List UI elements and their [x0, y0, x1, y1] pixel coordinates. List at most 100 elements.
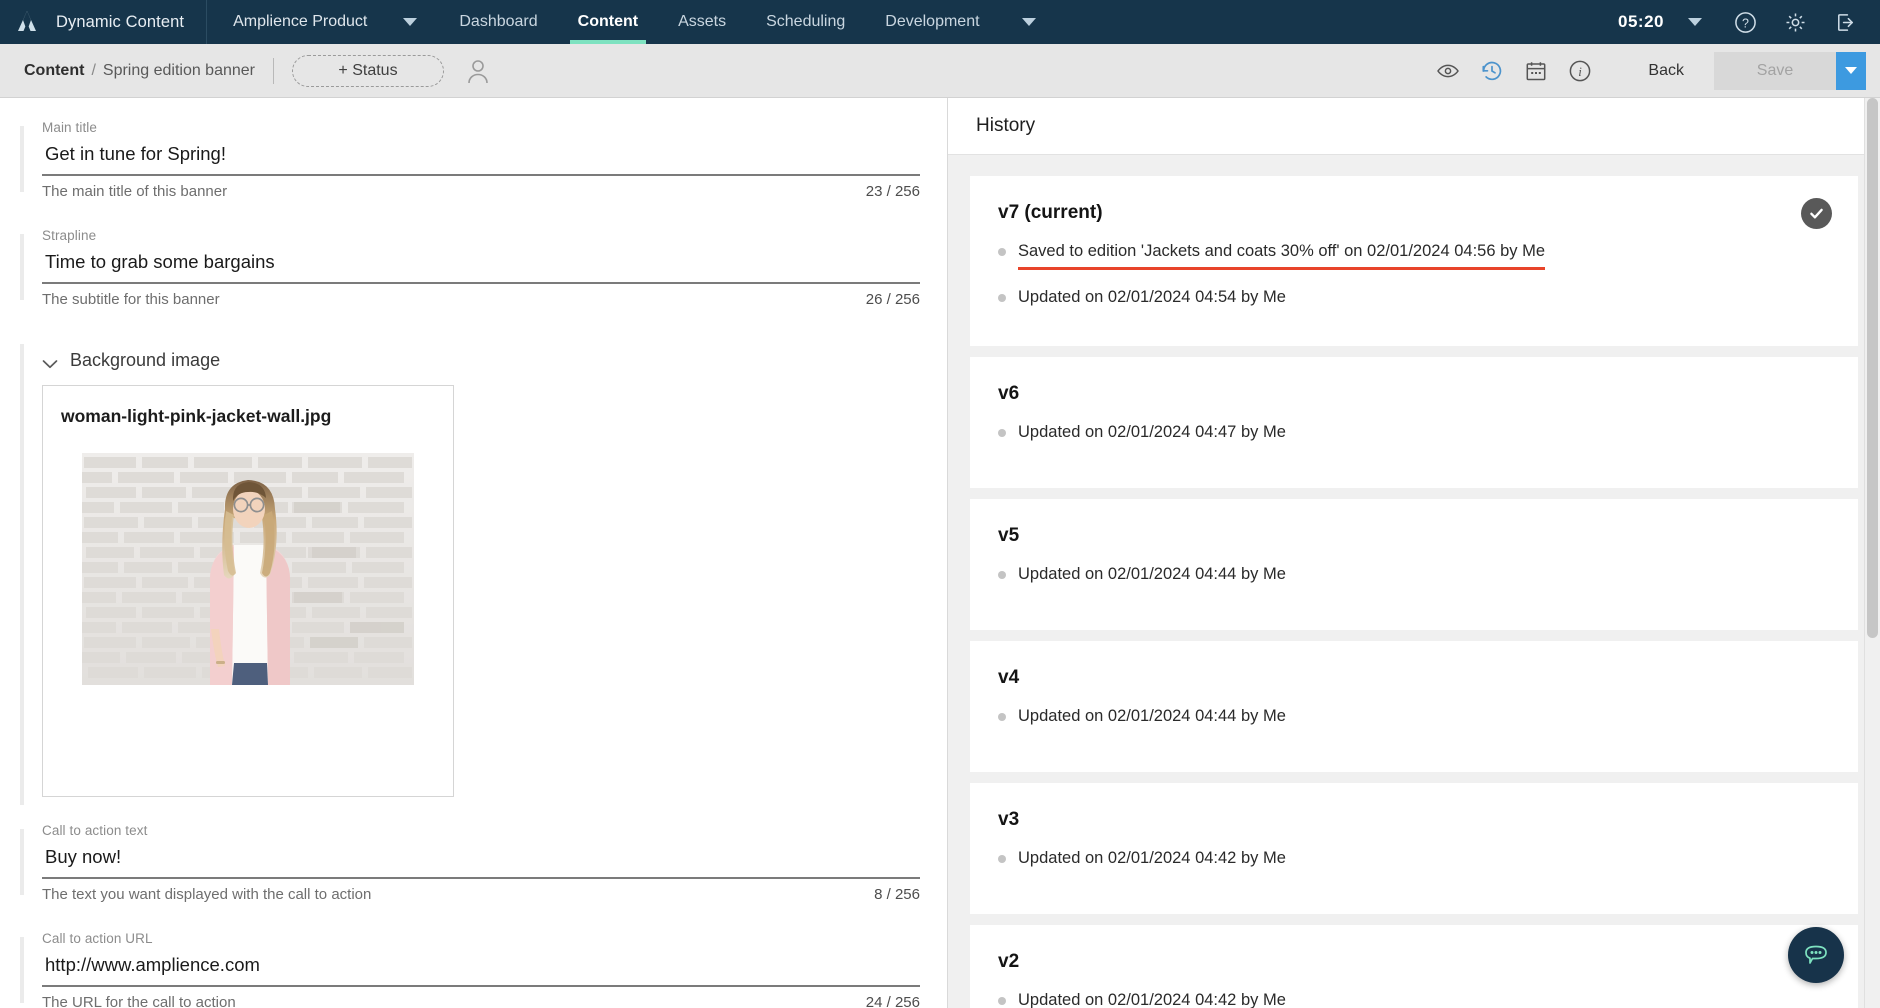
history-panel-header: History [948, 98, 1880, 155]
nav-product-selector[interactable]: Amplience Product [207, 0, 381, 44]
top-navigation-bar: Dynamic Content Amplience Product Dashbo… [0, 0, 1880, 44]
save-button: Save [1714, 51, 1836, 90]
field-count-main-title: 23 / 256 [865, 183, 920, 200]
entry-bullet-icon [998, 996, 1006, 1005]
calendar-icon [1526, 61, 1546, 80]
entry-bullet-icon [998, 854, 1006, 863]
input-cta-text[interactable]: Buy now! [42, 846, 920, 879]
info-button[interactable]: i [1558, 49, 1602, 93]
field-cta-url: Call to action URL http://www.amplience.… [0, 931, 947, 1008]
breadcrumb-root[interactable]: Content [24, 62, 84, 80]
svg-text:?: ? [1742, 16, 1749, 30]
entry-text-v3-updated: Updated on 02/01/2024 04:42 by Me [1018, 848, 1286, 867]
clock-dropdown-button[interactable] [1670, 0, 1720, 44]
background-image-thumbnail [82, 453, 414, 685]
entry-bullet-icon [998, 293, 1006, 302]
nav-label-scheduling: Scheduling [766, 13, 846, 30]
field-help-cta-text: The text you want displayed with the cal… [42, 886, 372, 903]
background-image-card[interactable]: woman-light-pink-jacket-wall.jpg [42, 385, 454, 797]
add-status-button[interactable]: + Status [292, 54, 444, 87]
history-button[interactable] [1470, 49, 1514, 93]
nav-label-development: Development [885, 13, 980, 30]
field-label-cta-url: Call to action URL [42, 931, 153, 946]
history-scrollbar-track[interactable] [1864, 98, 1880, 1008]
brand-block[interactable]: Dynamic Content [0, 0, 208, 44]
preview-button[interactable] [1426, 49, 1470, 93]
history-version-card-v5[interactable]: v5 Updated on 02/01/2024 04:44 by Me [970, 498, 1858, 630]
chat-support-button[interactable] [1788, 927, 1844, 983]
svg-text:i: i [1579, 64, 1583, 79]
version-entry: Saved to edition 'Jackets and coats 30% … [998, 240, 1830, 270]
topnav-right-cluster: 05:20 ? [1618, 0, 1880, 44]
settings-button[interactable] [1770, 0, 1820, 44]
nav-item-dashboard[interactable]: Dashboard [439, 0, 557, 44]
history-panel: History v7 (current) Saved to edition 'J… [948, 98, 1880, 1008]
field-strapline: Strapline Time to grab some bargains The… [0, 228, 947, 308]
input-strapline[interactable]: Time to grab some bargains [42, 251, 920, 284]
version-entry: Updated on 02/01/2024 04:42 by Me [998, 847, 1830, 871]
field-label-strapline: Strapline [42, 228, 97, 243]
history-scrollbar-thumb[interactable] [1867, 98, 1878, 638]
version-label-v3: v3 [998, 808, 1020, 830]
topnav-spacer [1058, 0, 1618, 44]
history-version-card-v6[interactable]: v6 Updated on 02/01/2024 04:47 by Me [970, 356, 1858, 488]
nav-item-assets[interactable]: Assets [658, 0, 746, 44]
toolbar-divider [273, 57, 274, 84]
help-icon: ? [1734, 11, 1756, 33]
nav-item-scheduling[interactable]: Scheduling [746, 0, 865, 44]
section-header-background-image[interactable]: Background image [0, 336, 947, 385]
field-spacer [0, 905, 947, 931]
field-label-main-title: Main title [42, 120, 98, 135]
chevron-down-icon [403, 18, 418, 26]
entry-text-v5-updated: Updated on 02/01/2024 04:44 by Me [1018, 564, 1286, 583]
history-version-card-v3[interactable]: v3 Updated on 02/01/2024 04:42 by Me [970, 782, 1858, 914]
history-version-card-v7[interactable]: v7 (current) Saved to edition 'Jackets a… [970, 176, 1858, 346]
field-help-strapline: The subtitle for this banner [42, 291, 220, 308]
nav-more-dropdown-button[interactable] [1000, 0, 1058, 44]
input-cta-url[interactable]: http://www.amplience.com [42, 954, 920, 987]
schedule-button[interactable] [1514, 49, 1558, 93]
background-image-filename: woman-light-pink-jacket-wall.jpg [61, 406, 332, 426]
version-entry: Updated on 02/01/2024 04:54 by Me [998, 286, 1830, 310]
assignee-avatar-button[interactable] [466, 58, 490, 84]
entry-bullet-icon [998, 570, 1006, 579]
field-footer-main-title: The main title of this banner 23 / 256 [42, 176, 920, 200]
field-help-cta-url: The URL for the call to action [42, 994, 236, 1008]
logout-button[interactable] [1820, 0, 1870, 44]
history-version-card-v4[interactable]: v4 Updated on 02/01/2024 04:44 by Me [970, 640, 1858, 772]
info-icon: i [1570, 60, 1591, 81]
field-spacer [0, 797, 947, 823]
help-button[interactable]: ? [1720, 0, 1770, 44]
version-entry: Updated on 02/01/2024 04:44 by Me [998, 705, 1830, 729]
history-version-card-v2[interactable]: v2 Updated on 02/01/2024 04:42 by Me [970, 924, 1858, 1008]
entry-text-v7-saved: Saved to edition 'Jackets and coats 30% … [1018, 240, 1546, 270]
nav-product-label: Amplience Product [233, 13, 368, 30]
version-label-v5: v5 [998, 524, 1020, 546]
content-toolbar: Content / Spring edition banner + Status [0, 44, 1880, 98]
entry-text-v4-updated: Updated on 02/01/2024 04:44 by Me [1018, 706, 1286, 725]
toolbar-icon-group: i [1426, 49, 1602, 93]
field-count-cta-url: 24 / 256 [865, 994, 920, 1008]
chevron-down-icon [1688, 18, 1702, 26]
history-version-list: v7 (current) Saved to edition 'Jackets a… [948, 155, 1880, 1008]
field-footer-cta-url: The URL for the call to action 24 / 256 [42, 987, 920, 1008]
nav-item-content[interactable]: Content [558, 0, 658, 44]
nav-item-development[interactable]: Development [865, 0, 999, 44]
breadcrumb-separator: / [91, 61, 96, 79]
clock-display: 05:20 [1618, 12, 1664, 31]
history-clock-icon [1482, 61, 1502, 80]
field-main-title: Main title Get in tune for Spring! The m… [0, 120, 947, 200]
save-label: Save [1756, 61, 1794, 79]
version-entry: Updated on 02/01/2024 04:44 by Me [998, 563, 1830, 587]
entry-text-v2-updated: Updated on 02/01/2024 04:42 by Me [1018, 990, 1286, 1008]
back-button[interactable]: Back [1628, 52, 1704, 90]
field-help-main-title: The main title of this banner [42, 183, 228, 200]
input-main-title[interactable]: Get in tune for Spring! [42, 143, 920, 176]
save-options-dropdown-button[interactable] [1836, 51, 1866, 90]
nav-label-dashboard: Dashboard [459, 13, 538, 30]
chat-bubble-icon [1805, 945, 1827, 964]
version-label-v7: v7 (current) [998, 202, 1103, 223]
version-label-v4: v4 [998, 666, 1020, 688]
preview-eye-icon [1437, 64, 1460, 77]
nav-product-dropdown-button[interactable] [381, 0, 439, 44]
